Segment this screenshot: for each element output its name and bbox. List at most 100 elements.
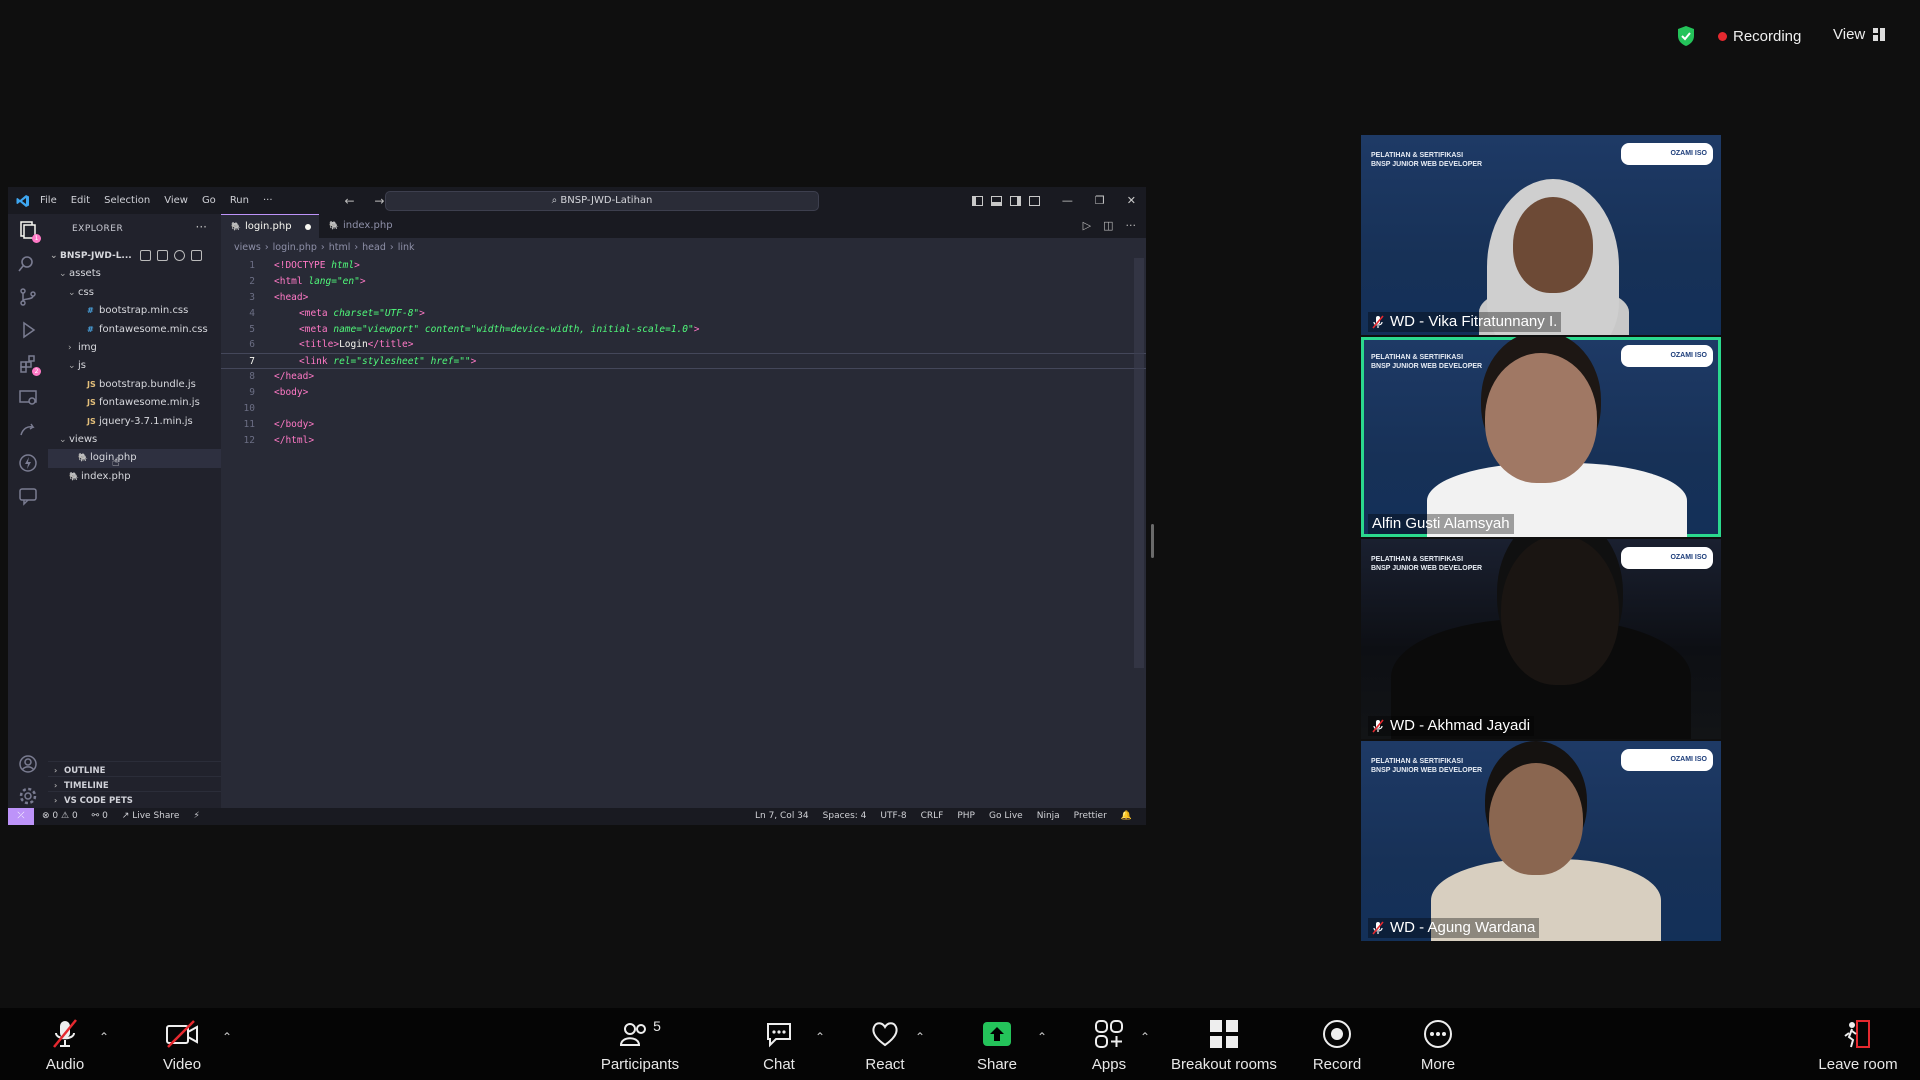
run-icon[interactable]: ▷ xyxy=(1083,219,1091,232)
participant-video-tile[interactable]: PELATIHAN & SERTIFIKASI BNSP JUNIOR WEB D… xyxy=(1361,741,1721,941)
participant-video-tile[interactable]: PELATIHAN & SERTIFIKASI BNSP JUNIOR WEB D… xyxy=(1361,135,1721,335)
modified-dot-icon[interactable] xyxy=(305,224,311,230)
share-button[interactable]: Share xyxy=(972,1018,1022,1073)
status-item-ninja[interactable]: Ninja xyxy=(1037,808,1060,825)
tab-index-php[interactable]: 🐘 index.php xyxy=(319,214,405,238)
video-button[interactable]: Video xyxy=(156,1018,208,1073)
notifications-bell-icon[interactable]: 🔔 xyxy=(1121,808,1132,825)
tree-folder[interactable]: ⌄ views xyxy=(48,431,221,449)
refresh-icon[interactable] xyxy=(174,250,185,261)
tree-file[interactable]: 🐘 login.php ☝ xyxy=(48,449,221,469)
toggle-sidebar-icon[interactable] xyxy=(971,195,983,206)
live-share-status[interactable]: ↗ Live Share xyxy=(122,808,180,825)
remote-indicator-icon[interactable]: ⤫ xyxy=(8,808,34,825)
explorer-more-icon[interactable]: ··· xyxy=(196,220,207,234)
sync-icon[interactable]: ⚡ xyxy=(193,808,199,825)
record-button[interactable]: Record xyxy=(1311,1018,1363,1073)
leave-room-button[interactable]: Leave room xyxy=(1816,1018,1900,1073)
menu-item-run[interactable]: Run xyxy=(230,195,249,206)
react-options-caret-icon[interactable]: ⌃ xyxy=(915,1030,925,1044)
toggle-secondary-sidebar-icon[interactable] xyxy=(1009,195,1021,206)
new-file-icon[interactable] xyxy=(140,250,151,261)
new-folder-icon[interactable] xyxy=(157,250,168,261)
status-item-php[interactable]: PHP xyxy=(957,808,975,825)
panel-vs-code-pets[interactable]: › VS CODE PETS xyxy=(48,791,221,809)
status-item-ln-7-col-34[interactable]: Ln 7, Col 34 xyxy=(755,808,809,825)
thunder-client-icon[interactable] xyxy=(18,453,38,473)
participants-button[interactable]: 5 Participants xyxy=(595,1018,685,1073)
accounts-icon[interactable] xyxy=(18,754,38,774)
status-item-crlf[interactable]: CRLF xyxy=(921,808,944,825)
code-tag: <link xyxy=(299,356,328,368)
more-button[interactable]: More xyxy=(1413,1018,1463,1073)
code-editor[interactable]: 1 <!DOCTYPE html> 2 <html lang="en"> 3 <head>… xyxy=(221,258,1146,449)
menu-item-selection[interactable]: Selection xyxy=(104,195,150,206)
status-bar: ⤫ ⊗ 0 ⚠ 0 ⚯ 0 ↗ Live Share ⚡ Ln 7, Col 3… xyxy=(8,808,1146,825)
menu-item-[interactable]: ··· xyxy=(263,195,273,206)
problems-status[interactable]: ⊗ 0 ⚠ 0 xyxy=(42,808,78,825)
status-item-utf-8[interactable]: UTF-8 xyxy=(880,808,906,825)
source-control-icon[interactable] xyxy=(18,287,38,307)
run-debug-icon[interactable] xyxy=(18,320,38,340)
close-icon[interactable]: ✕ xyxy=(1127,194,1136,207)
root-folder-label: BNSP-JWD-L... xyxy=(60,251,132,261)
breadcrumb-item[interactable]: login.php xyxy=(273,242,317,253)
participant-video-tile[interactable]: PELATIHAN & SERTIFIKASI BNSP JUNIOR WEB D… xyxy=(1361,337,1721,537)
participant-video-tile[interactable]: PELATIHAN & SERTIFIKASI BNSP JUNIOR WEB D… xyxy=(1361,539,1721,739)
recording-indicator[interactable]: Recording xyxy=(1718,28,1801,45)
command-center-search[interactable]: ⌕ BNSP-JWD-Latihan xyxy=(385,191,819,211)
code-tag: </body xyxy=(274,418,309,430)
breakout-rooms-button[interactable]: Breakout rooms xyxy=(1166,1018,1282,1073)
chat-options-caret-icon[interactable]: ⌃ xyxy=(815,1030,825,1044)
breadcrumb-item[interactable]: views xyxy=(234,242,261,253)
apps-button[interactable]: Apps xyxy=(1084,1018,1134,1073)
more-actions-icon[interactable]: ··· xyxy=(1126,219,1137,232)
tree-folder[interactable]: › img xyxy=(48,339,221,357)
apps-options-caret-icon[interactable]: ⌃ xyxy=(1140,1030,1150,1044)
live-share-icon[interactable] xyxy=(18,420,38,440)
tab-login-php[interactable]: 🐘 login.php xyxy=(221,214,319,238)
breadcrumb-item[interactable]: head xyxy=(362,242,386,253)
react-button[interactable]: React xyxy=(860,1018,910,1073)
manage-gear-icon[interactable] xyxy=(18,786,38,806)
search-icon[interactable] xyxy=(18,254,38,274)
menu-item-view[interactable]: View xyxy=(164,195,188,206)
tree-folder[interactable]: ⌄ assets xyxy=(48,265,221,283)
split-editor-icon[interactable]: ◫ xyxy=(1103,219,1113,232)
code-line: 12 </html> xyxy=(221,433,1146,449)
video-options-caret-icon[interactable]: ⌃ xyxy=(222,1030,232,1044)
chat-button[interactable]: Chat xyxy=(754,1018,804,1073)
breadcrumb-item[interactable]: html xyxy=(329,242,351,253)
status-item-spaces-4[interactable]: Spaces: 4 xyxy=(823,808,867,825)
tree-file[interactable]: # bootstrap.min.css xyxy=(48,302,221,320)
audio-button[interactable]: Audio xyxy=(40,1018,90,1073)
collapse-all-icon[interactable] xyxy=(191,250,202,261)
ports-status[interactable]: ⚯ 0 xyxy=(92,808,108,825)
toggle-panel-icon[interactable] xyxy=(990,195,1002,206)
tree-folder[interactable]: ⌄ js xyxy=(48,357,221,375)
tree-file[interactable]: JS bootstrap.bundle.js xyxy=(48,376,221,394)
remote-explorer-icon[interactable] xyxy=(18,387,38,407)
tree-folder[interactable]: ⌄ css xyxy=(48,284,221,302)
editor-scrollbar[interactable] xyxy=(1134,258,1144,668)
share-options-caret-icon[interactable]: ⌃ xyxy=(1037,1030,1047,1044)
security-shield-icon[interactable] xyxy=(1676,25,1696,47)
menu-item-file[interactable]: File xyxy=(40,195,57,206)
tree-file[interactable]: JS fontawesome.min.js xyxy=(48,394,221,412)
tree-file[interactable]: 🐘 index.php xyxy=(48,468,221,486)
status-item-go-live[interactable]: Go Live xyxy=(989,808,1023,825)
menu-item-go[interactable]: Go xyxy=(202,195,216,206)
chat-icon[interactable] xyxy=(18,486,38,506)
view-button[interactable]: View xyxy=(1833,26,1886,43)
tree-root-folder[interactable]: ⌄ BNSP-JWD-L... xyxy=(48,247,221,265)
audio-options-caret-icon[interactable]: ⌃ xyxy=(99,1030,109,1044)
share-resize-handle[interactable] xyxy=(1151,524,1154,558)
tree-file[interactable]: JS jquery-3.7.1.min.js xyxy=(48,413,221,431)
breadcrumb-item[interactable]: link xyxy=(398,242,415,253)
tree-file[interactable]: # fontawesome.min.css xyxy=(48,321,221,339)
customize-layout-icon[interactable] xyxy=(1028,195,1040,206)
menu-item-edit[interactable]: Edit xyxy=(71,195,90,206)
minimize-icon[interactable]: — xyxy=(1062,194,1073,207)
restore-icon[interactable]: ❐ xyxy=(1095,194,1105,207)
status-item-prettier[interactable]: Prettier xyxy=(1074,808,1107,825)
